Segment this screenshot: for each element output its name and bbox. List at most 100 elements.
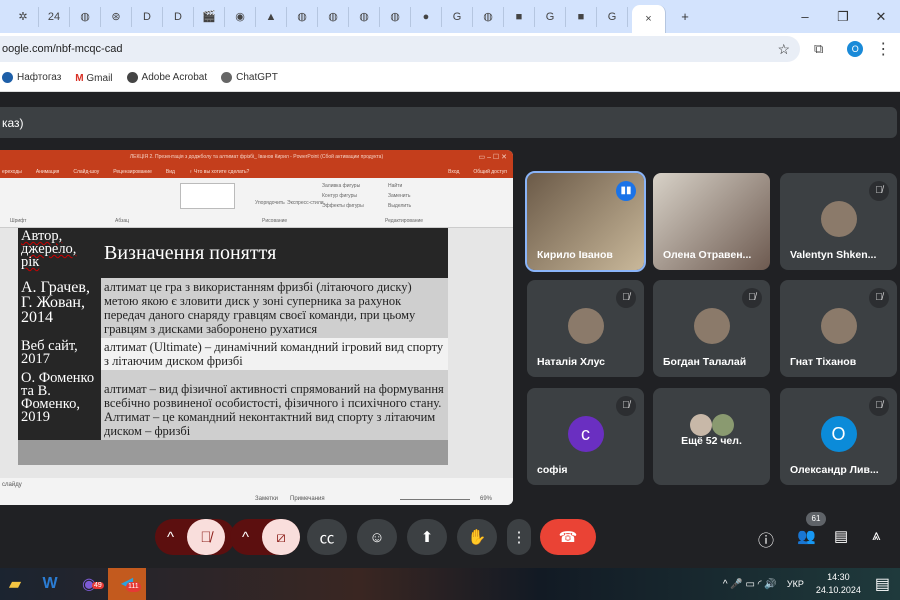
browser-tab[interactable]: G (597, 6, 628, 27)
present-screen-icon[interactable]: ⬆ (407, 519, 447, 555)
ppt-search[interactable]: ♀ Что вы хотите сделать? (189, 169, 249, 175)
close-window-button[interactable]: ✕ (862, 9, 900, 25)
viber-badge: 49 (92, 582, 104, 589)
participant-tile[interactable]: 🎙̸ Богдан Талалай (653, 280, 770, 377)
telegram-icon[interactable]: ◀111 (108, 568, 146, 600)
quick-styles-button[interactable]: Экспресс-стили (287, 200, 324, 206)
activities-icon[interactable]: ⩓ (872, 527, 880, 544)
bookmark-gmail[interactable]: M Gmail (75, 73, 112, 84)
minimize-button[interactable]: – (786, 9, 824, 24)
zoom-slider[interactable] (400, 499, 470, 500)
find-button[interactable]: Найти (388, 183, 402, 189)
speaking-icon: ▮▮ (616, 181, 636, 201)
captions-icon[interactable]: ㏄ (307, 519, 347, 555)
tray-icons[interactable]: ^ 🎤 ▭ ◜ 🔊 (723, 579, 777, 590)
participant-tile[interactable]: 🎙̸ Наталія Хлус (527, 280, 644, 377)
comments-button[interactable]: Примечания (290, 496, 325, 502)
bookmark-star-icon[interactable]: ☆ (777, 41, 790, 58)
notes-button[interactable]: Заметки (255, 496, 278, 502)
ppt-title: ЛЕКЦІЯ 2. Презентація з доджболу та алти… (129, 154, 384, 160)
shape-effects[interactable]: Эффекты фигуры (322, 203, 364, 209)
select-button[interactable]: Выделить (388, 203, 411, 209)
cell-definition: алтимат це гра з використанням фризбі (л… (104, 280, 416, 336)
participant-name: Кирило Іванов (537, 249, 613, 261)
active-tab[interactable]: × (632, 5, 666, 33)
ppt-tab[interactable]: Анимация (36, 169, 59, 175)
ppt-window-controls[interactable]: ▭ – ☐ ✕ (479, 150, 507, 165)
replace-button[interactable]: Заменить (388, 193, 410, 199)
participant-name: Олександр Лив... (790, 464, 879, 476)
gmail-icon: M (75, 72, 87, 84)
close-tab-icon[interactable]: × (645, 13, 651, 25)
ppt-tab[interactable]: Вид (166, 169, 175, 175)
mic-muted-icon[interactable]: 🎙̸ (187, 519, 225, 555)
arrange-button[interactable]: Упорядочить (255, 200, 285, 206)
browser-tab[interactable]: D (132, 6, 163, 27)
chat-icon[interactable]: ▤ (834, 527, 848, 545)
file-explorer-icon[interactable]: ▰ (0, 574, 30, 594)
clock[interactable]: 14:30 24.10.2024 (816, 571, 861, 597)
new-tab-button[interactable]: + (666, 9, 704, 24)
participant-tile[interactable]: 🎙̸ Гнат Тіханов (780, 280, 897, 377)
emoji-icon[interactable]: ☺ (357, 519, 397, 555)
end-call-button[interactable]: ☎ (540, 519, 596, 555)
browser-tab[interactable]: ◍ (318, 6, 349, 27)
viber-icon[interactable]: ◉ 49 (70, 574, 108, 594)
notifications-icon[interactable]: ▤ (875, 574, 890, 594)
ppt-tab[interactable]: Слайд-шоу (73, 169, 99, 175)
bookmark-naftogaz[interactable]: Нафтогаз (2, 72, 61, 84)
shape-outline[interactable]: Контур фигуры (322, 193, 357, 199)
zoom-level: 69% (480, 496, 493, 502)
table-row: А. Грачев, Г. Жован, 2014 алтимат це гра … (18, 278, 448, 338)
participant-tile[interactable]: 🎙̸ Valentyn Shken... (780, 173, 897, 270)
browser-tab[interactable]: ◍ (349, 6, 380, 27)
ppt-ribbon-tabs: ереходы Анимация Слайд-шоу Рецензировани… (0, 165, 513, 178)
profile-avatar[interactable]: О (847, 41, 864, 57)
browser-tab[interactable]: ◍ (380, 6, 411, 27)
participant-tile[interactable]: ▮▮ Кирило Іванов (525, 171, 646, 272)
browser-tab[interactable]: ■ (504, 6, 535, 27)
extensions-icon[interactable]: ⧉ (814, 41, 823, 57)
browser-tab[interactable]: ■ (566, 6, 597, 27)
browser-tab[interactable]: ◍ (473, 6, 504, 27)
raise-hand-icon[interactable]: ✋ (457, 519, 497, 555)
ppt-tab[interactable]: ереходы (2, 169, 22, 175)
bookmark-label: ChatGPT (236, 72, 278, 84)
shapes-gallery[interactable] (180, 183, 235, 209)
browser-tab[interactable]: ✲ (8, 6, 39, 27)
more-options-icon[interactable]: ⋮ (507, 519, 531, 555)
browser-tab[interactable]: G (535, 6, 566, 27)
menu-icon[interactable]: ⋮ (875, 39, 891, 59)
language-indicator[interactable]: УКР (787, 579, 804, 589)
naftogaz-icon (2, 72, 13, 84)
browser-tab[interactable]: 24 (39, 6, 70, 27)
word-icon[interactable]: W (30, 575, 70, 593)
browser-tab[interactable]: 🎬 (194, 6, 225, 27)
bookmarks-bar: Нафтогаз M Gmail Adobe Acrobat ChatGPT (0, 65, 900, 92)
bookmark-adobe[interactable]: Adobe Acrobat (126, 72, 207, 84)
info-icon[interactable]: ⓘ (758, 527, 774, 551)
browser-tab[interactable]: ▲ (256, 6, 287, 27)
url-input[interactable]: oogle.com/nbf-mcqc-cad ☆ (0, 36, 800, 62)
camera-off-icon[interactable]: ⧄ (262, 519, 300, 555)
participant-tile[interactable]: Ещё 52 чел. (653, 388, 770, 485)
participant-tile[interactable]: 🎙̸ О Олександр Лив... (780, 388, 897, 485)
ppt-status-bar: слайду Заметки Примечания 69% (0, 478, 513, 505)
table-header: Автор, джерело, рік Визначення поняття (18, 228, 448, 278)
browser-tab[interactable]: ◉ (225, 6, 256, 27)
browser-tab[interactable]: ◍ (70, 6, 101, 27)
ppt-tab[interactable]: Рецензирование (113, 169, 152, 175)
people-icon[interactable]: 👥 (797, 527, 816, 545)
browser-tab[interactable]: ◍ (287, 6, 318, 27)
maximize-button[interactable]: ❐ (824, 9, 862, 25)
ppt-share[interactable]: Общий доступ (473, 169, 507, 175)
browser-tab[interactable]: ● (411, 6, 442, 27)
shape-fill[interactable]: Заливка фигуры (322, 183, 360, 189)
participant-tile[interactable]: Олена Отравен... (653, 173, 770, 270)
ppt-signin[interactable]: Вход (448, 169, 459, 175)
browser-tab[interactable]: G (442, 6, 473, 27)
participant-tile[interactable]: 🎙̸ с софія (527, 388, 644, 485)
browser-tab[interactable]: D (163, 6, 194, 27)
browser-tab[interactable]: ⊛ (101, 6, 132, 27)
bookmark-chatgpt[interactable]: ChatGPT (221, 72, 278, 84)
